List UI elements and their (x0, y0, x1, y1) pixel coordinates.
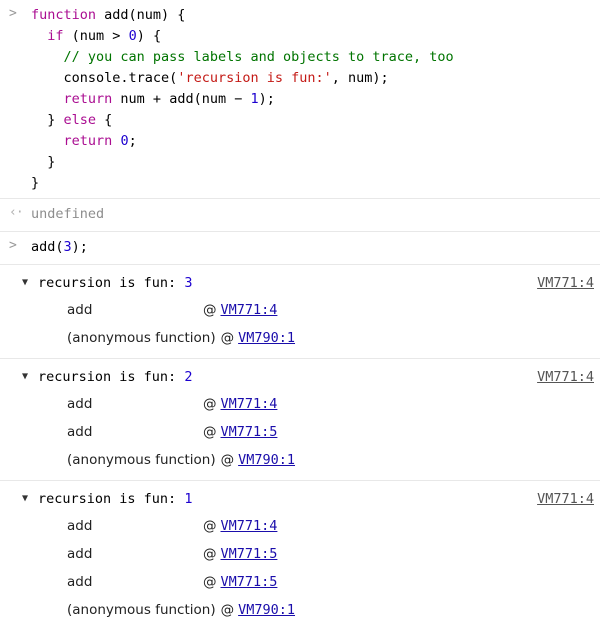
code-token: 1 (250, 91, 259, 107)
stack-frame-function: (anonymous function) (67, 452, 216, 468)
stack-frame-function: (anonymous function) (67, 330, 216, 346)
console-trace-group: ▼ recursion is fun: 1 VM771:4 add @ VM771:4 ad… (0, 481, 600, 630)
stack-frame-at-symbol: @ (203, 396, 217, 412)
stack-frame-function: add (67, 302, 93, 318)
stack-frame-source-link[interactable]: VM771:4 (221, 299, 278, 321)
code-token: 3 (63, 239, 72, 255)
triangle-down-icon[interactable]: ▼ (22, 366, 34, 388)
code-token: add(num) { (104, 7, 186, 23)
stack-frame-source-link[interactable]: VM771:5 (221, 543, 278, 565)
stack-frame-row: add @ VM771:4 (0, 512, 600, 540)
stack-frame-at-symbol: @ (203, 302, 217, 318)
code-token: (num > (63, 28, 129, 44)
trace-value: 2 (184, 369, 193, 385)
trace-value: 1 (184, 491, 193, 507)
code-token: return (63, 91, 113, 107)
stack-frame-row: add @ VM771:5 (0, 418, 600, 446)
trace-label: recursion is fun: (38, 491, 185, 507)
code-token: ) { (136, 28, 162, 44)
code-token: ); (258, 91, 275, 107)
code-token: } (31, 154, 56, 170)
code-token: 0 (120, 133, 129, 149)
console-output-panel: > function add(num) { if (num > 0) { // … (0, 0, 600, 630)
stack-frame-source-link[interactable]: VM790:1 (238, 327, 295, 349)
stack-frame-at-symbol: @ (203, 424, 217, 440)
stack-frame-at-symbol: @ (220, 452, 235, 468)
chevron-left-dot-icon: ‹· (9, 205, 24, 220)
console-trace-group: ▼ recursion is fun: 3 VM771:4 add @ VM771:4 (a… (0, 265, 600, 359)
stack-frame-row: add @ VM771:4 (0, 390, 600, 418)
stack-frame-source-link[interactable]: VM771:4 (221, 515, 278, 537)
code-token: num + add(num (112, 91, 235, 107)
stack-frame-function: add (67, 574, 93, 590)
code-token: 0 (128, 28, 137, 44)
trace-group-header[interactable]: ▼ recursion is fun: 1 VM771:4 (0, 486, 600, 512)
console-input-entry[interactable]: > function add(num) { if (num > 0) { // … (0, 0, 600, 199)
triangle-down-icon[interactable]: ▼ (22, 272, 34, 294)
code-token: ; (128, 133, 137, 149)
console-input-code: function add(num) { if (num > 0) { // yo… (0, 5, 600, 194)
code-token: if (47, 28, 64, 44)
stack-frame-function: add (67, 546, 93, 562)
stack-frame-row: (anonymous function) @ VM790:1 (0, 324, 600, 352)
stack-frame-at-symbol: @ (203, 574, 217, 590)
stack-frame-source-link[interactable]: VM790:1 (238, 599, 295, 621)
stack-frame-at-symbol: @ (220, 602, 235, 618)
stack-frame-function: add (67, 518, 93, 534)
trace-group-header[interactable]: ▼ recursion is fun: 2 VM771:4 (0, 364, 600, 390)
stack-frame-row: add @ VM771:5 (0, 540, 600, 568)
code-token: 'recursion is fun:' (177, 70, 332, 86)
trace-label: recursion is fun: (38, 369, 185, 385)
console-result-value: undefined (31, 206, 105, 222)
trace-origin-link[interactable]: VM771:4 (537, 488, 594, 510)
chevron-right-icon: > (9, 238, 17, 253)
code-token: add( (31, 239, 64, 255)
chevron-right-icon: > (9, 6, 17, 21)
stack-frame-source-link[interactable]: VM790:1 (238, 449, 295, 471)
console-result-entry: ‹· undefined (0, 199, 600, 232)
stack-frame-source-link[interactable]: VM771:4 (221, 393, 278, 415)
stack-frame-function: add (67, 424, 93, 440)
console-trace-group: ▼ recursion is fun: 2 VM771:4 add @ VM771:4 ad… (0, 359, 600, 481)
code-token: } (31, 175, 40, 191)
code-token: // you can pass labels and objects to tr… (63, 49, 454, 65)
stack-frame-at-symbol: @ (203, 546, 217, 562)
stack-frame-row: (anonymous function) @ VM790:1 (0, 446, 600, 474)
triangle-down-icon[interactable]: ▼ (22, 488, 34, 510)
stack-frame-at-symbol: @ (203, 518, 217, 534)
trace-group-header[interactable]: ▼ recursion is fun: 3 VM771:4 (0, 270, 600, 296)
trace-value: 3 (184, 275, 193, 291)
code-token: return (63, 133, 113, 149)
trace-label: recursion is fun: (38, 275, 185, 291)
code-token: , num); (331, 70, 389, 86)
stack-frame-source-link[interactable]: VM771:5 (221, 421, 278, 443)
stack-frame-source-link[interactable]: VM771:5 (221, 571, 278, 593)
code-token: console.trace( (31, 70, 178, 86)
stack-frame-row: (anonymous function) @ VM790:1 (0, 596, 600, 624)
trace-origin-link[interactable]: VM771:4 (537, 366, 594, 388)
code-token: ); (71, 239, 88, 255)
code-token: function (31, 7, 105, 23)
code-token: else (63, 112, 97, 128)
trace-origin-link[interactable]: VM771:4 (537, 272, 594, 294)
console-call-entry[interactable]: > add(3); (0, 232, 600, 265)
code-token: } (31, 112, 64, 128)
stack-frame-row: add @ VM771:5 (0, 568, 600, 596)
console-trace-groups: ▼ recursion is fun: 3 VM771:4 add @ VM771:4 (a… (0, 265, 600, 630)
code-token: { (96, 112, 113, 128)
stack-frame-function: (anonymous function) (67, 602, 216, 618)
stack-frame-at-symbol: @ (220, 330, 235, 346)
stack-frame-row: add @ VM771:4 (0, 296, 600, 324)
console-call-code: add(3); (0, 234, 600, 261)
stack-frame-function: add (67, 396, 93, 412)
